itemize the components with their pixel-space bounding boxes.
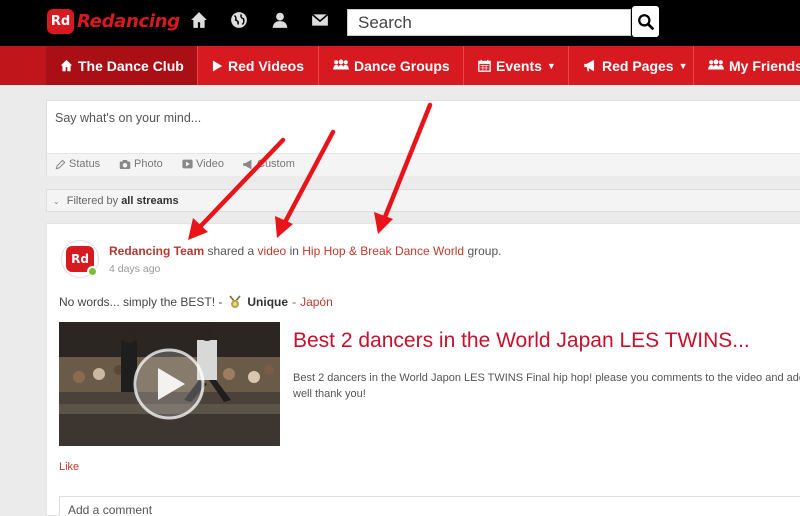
feed-item: Rd Redancing Team shared a video in Hip … [46,223,800,516]
group-text: group. [467,244,502,258]
post-body: No words... simply the BEST! - Unique - … [59,294,333,310]
video-thumbnail[interactable] [59,322,280,446]
top-bar: Rd Redancing Search [0,0,800,46]
verb-text: shared a [207,244,255,258]
chevron-down-icon: ▼ [546,60,556,71]
activity-line: Redancing Team shared a video in Hip Hop… [109,244,501,258]
nav-left-spacer [0,46,46,85]
location-link[interactable]: Japón [300,295,333,309]
location-separator: - [292,295,297,309]
group-icon [333,59,349,70]
search-input[interactable]: Search [347,9,631,36]
tab-label: Custom [257,158,295,170]
chevron-down-icon: ⌄ [53,197,60,206]
nav-label: The Dance Club [78,57,184,74]
tab-label: Status [69,158,101,170]
tab-status[interactable]: Status [55,158,100,170]
nav-item-red-videos[interactable]: Red Videos [198,46,319,85]
video-title-link[interactable]: Best 2 dancers in the World Japan LES TW… [293,329,750,353]
online-status-indicator [87,266,98,277]
group-icon [708,59,724,70]
comment-input[interactable]: Add a comment [59,496,800,516]
user-icon[interactable] [271,11,289,29]
filter-value: all streams [121,195,179,207]
actor-link[interactable]: Redancing Team [109,244,204,258]
video-preview-image [59,322,280,446]
filter-prefix: Filtered by [66,195,119,207]
home-icon[interactable] [190,11,208,29]
tab-label: Photo [134,158,163,170]
site-logo[interactable]: Rd Redancing [47,9,180,34]
home-icon [60,59,73,72]
bullhorn-icon [584,59,595,72]
nav-item-red-pages[interactable]: Red Pages ▼ [569,46,694,85]
stream-filter[interactable]: ⌄ Filtered by all streams [46,189,800,212]
globe-icon[interactable] [230,11,248,29]
group-link[interactable]: Hip Hop & Break Dance World [302,244,464,258]
logo-badge: Rd [47,9,74,34]
composer-input[interactable]: Say what's on your mind... [55,111,201,125]
nav-label: Red Videos [228,57,304,74]
nav-label: Events [496,57,542,74]
play-icon [212,60,223,71]
tab-video[interactable]: Video [182,158,224,170]
post-text: No words... simply the BEST! - [59,295,223,309]
logo-text: Redancing [77,11,180,32]
mood-label: Unique [247,295,289,309]
nav-item-my-friends[interactable]: My Friends [694,46,800,85]
post-timestamp[interactable]: 4 days ago [109,263,160,275]
nav-item-events[interactable]: Events ▼ [464,46,569,85]
nav-item-dance-groups[interactable]: Dance Groups [319,46,464,85]
main-nav: The Dance Club Red Videos Dance Groups E… [0,46,800,85]
bullhorn-icon [243,159,252,169]
camera-icon [119,159,131,169]
chevron-down-icon: ▼ [678,60,688,71]
video-icon [182,159,193,169]
calendar-icon [478,59,491,72]
tab-custom[interactable]: Custom [242,158,295,170]
status-composer: Say what's on your mind... Status Photo … [46,100,800,176]
nav-label: Red Pages [602,57,674,74]
tab-label: Video [196,158,224,170]
nav-item-dance-club[interactable]: The Dance Club [46,46,198,85]
tab-photo[interactable]: Photo [119,158,163,170]
nav-label: My Friends [729,57,800,74]
composer-tabs: Status Photo Video Custom [47,153,800,176]
like-button[interactable]: Like [59,461,79,473]
object-link[interactable]: video [258,244,287,258]
in-text: in [289,244,299,258]
mood-icon [229,295,242,308]
envelope-icon[interactable] [311,11,329,29]
video-description: Best 2 dancers in the World Japon LES TW… [293,372,800,400]
search-icon [637,13,654,30]
nav-label: Dance Groups [354,57,450,74]
search-button[interactable] [632,6,659,37]
pencil-icon [55,159,66,169]
